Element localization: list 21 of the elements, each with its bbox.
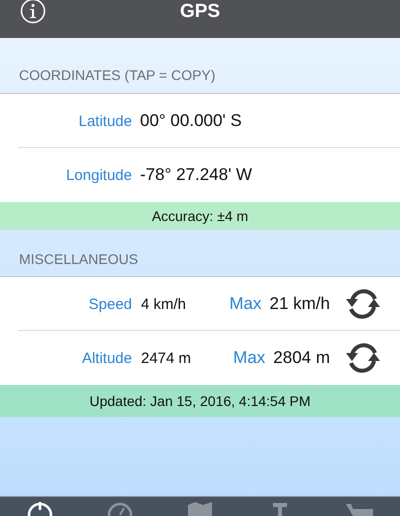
section-header: COORDINATES (TAP = COPY)	[18, 67, 216, 83]
updated-bar: Updated: Jan 15, 2016, 4:14:54 PM	[0, 385, 400, 417]
power-icon	[27, 502, 53, 516]
row-label: Altitude	[80, 350, 132, 366]
row-value: -78° 27.248' W	[140, 165, 252, 185]
info-icon[interactable]	[20, 0, 46, 26]
max-value: 2804 m	[273, 348, 330, 368]
max-label: Max	[229, 294, 262, 314]
row-value: 4 km/h	[141, 296, 186, 312]
max-label: Max	[233, 348, 266, 368]
max-value: 21 km/h	[270, 294, 330, 314]
row-value: 00° 00.000' S	[140, 111, 242, 131]
accuracy-bar: Accuracy: ±4 m	[0, 202, 400, 230]
refresh-icon[interactable]	[344, 287, 382, 321]
refresh-icon[interactable]	[344, 341, 382, 375]
row-label: Latitude	[78, 112, 132, 130]
row-label: Speed	[88, 296, 132, 312]
section-header: MISCELLANEOUS	[18, 251, 140, 267]
row-value: 2474 m	[141, 350, 192, 366]
row-label: Longitude	[65, 166, 132, 184]
window-title: GPS	[180, 1, 220, 23]
